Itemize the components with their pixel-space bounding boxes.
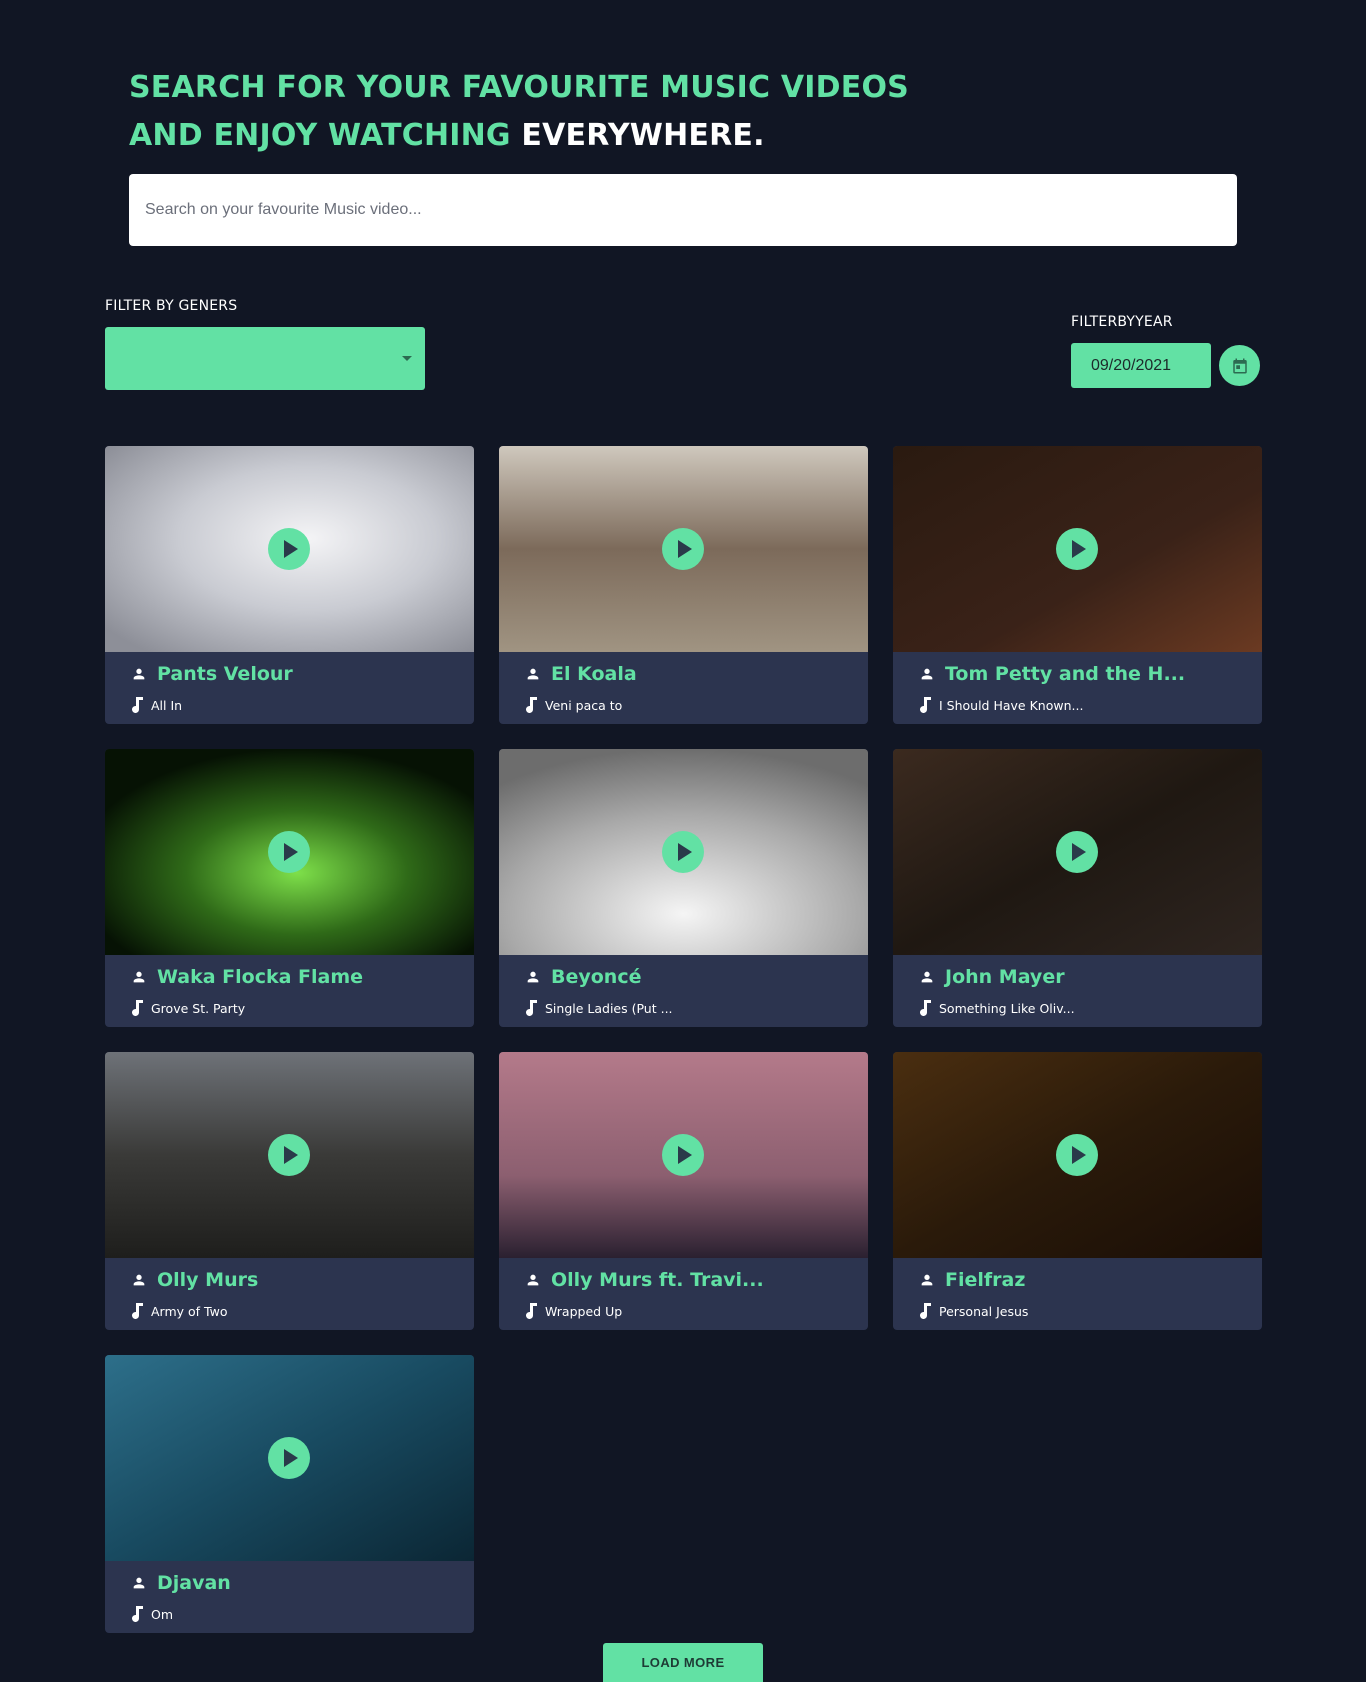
song-row: I Should Have Known... (919, 696, 1083, 714)
music-note-icon (920, 1303, 931, 1319)
calendar-icon (1232, 358, 1247, 373)
song-title: Something Like Oliv... (939, 1000, 1075, 1016)
year-filter-label: FILTERBYYEAR (1071, 314, 1173, 330)
artist-name[interactable]: John Mayer (945, 966, 1065, 988)
artist-row: Olly Murs ft. Travi... (525, 1268, 764, 1292)
song-row: Wrapped Up (525, 1302, 622, 1320)
artist-row: Olly Murs (131, 1268, 258, 1292)
music-note-icon (526, 1000, 537, 1016)
person-icon (133, 971, 145, 983)
play-icon[interactable] (1056, 1134, 1098, 1176)
song-title: Veni paca to (545, 697, 623, 713)
person-icon (921, 1274, 933, 1286)
genre-select[interactable] (105, 327, 425, 390)
artist-name[interactable]: Fielfraz (945, 1269, 1025, 1291)
song-row: Veni paca to (525, 696, 622, 714)
video-card[interactable]: Fielfraz Personal Jesus (893, 1052, 1262, 1330)
music-note-icon (132, 697, 143, 713)
music-note-icon (526, 697, 537, 713)
video-card[interactable]: Tom Petty and the H... I Should Have Know… (893, 446, 1262, 724)
person-icon (133, 668, 145, 680)
person-icon (527, 668, 539, 680)
artist-row: Pants Velour (131, 662, 293, 686)
video-card[interactable]: Beyoncé Single Ladies (Put ... (499, 749, 868, 1027)
music-note-icon (132, 1303, 143, 1319)
video-card[interactable]: Olly Murs Army of Two (105, 1052, 474, 1330)
video-card[interactable]: John Mayer Something Like Oliv... (893, 749, 1262, 1027)
play-icon[interactable] (662, 1134, 704, 1176)
person-icon (527, 1274, 539, 1286)
hero-line-2-white: EVERYWHERE. (521, 118, 765, 153)
artist-name[interactable]: Olly Murs (157, 1269, 258, 1291)
music-note-icon (920, 697, 931, 713)
person-icon (921, 668, 933, 680)
play-icon[interactable] (662, 528, 704, 570)
song-row: Something Like Oliv... (919, 999, 1075, 1017)
song-row: Single Ladies (Put ... (525, 999, 673, 1017)
artist-name[interactable]: Olly Murs ft. Travi... (551, 1269, 764, 1291)
hero-line-1: SEARCH FOR YOUR FAVOURITE MUSIC VIDEOS (129, 70, 909, 105)
artist-name[interactable]: Beyoncé (551, 966, 641, 988)
video-card[interactable]: Waka Flocka Flame Grove St. Party (105, 749, 474, 1027)
artist-row: Tom Petty and the H... (919, 662, 1185, 686)
hero-heading: SEARCH FOR YOUR FAVOURITE MUSIC VIDEOS A… (129, 64, 1237, 160)
hero-line-2-green: AND ENJOY WATCHING (129, 118, 522, 153)
play-icon[interactable] (268, 831, 310, 873)
song-row: Om (131, 1605, 173, 1623)
song-row: All In (131, 696, 182, 714)
song-row: Army of Two (131, 1302, 227, 1320)
artist-row: Djavan (131, 1571, 231, 1595)
search-input[interactable] (129, 174, 1237, 246)
song-title: Om (151, 1606, 174, 1622)
person-icon (921, 971, 933, 983)
hero-title: SEARCH FOR YOUR FAVOURITE MUSIC VIDEOS A… (129, 64, 1237, 160)
song-title: Personal Jesus (939, 1303, 1029, 1319)
song-title: Single Ladies (Put ... (545, 1000, 673, 1016)
song-title: Army of Two (151, 1303, 228, 1319)
play-icon[interactable] (268, 528, 310, 570)
artist-row: Waka Flocka Flame (131, 965, 363, 989)
song-title: I Should Have Known... (939, 697, 1084, 713)
video-card[interactable]: Djavan Om (105, 1355, 474, 1633)
calendar-button[interactable] (1219, 345, 1260, 386)
song-title: All In (151, 697, 183, 713)
person-icon (527, 971, 539, 983)
video-card[interactable]: El Koala Veni paca to (499, 446, 868, 724)
video-card[interactable]: Pants Velour All In (105, 446, 474, 724)
music-note-icon (920, 1000, 931, 1016)
artist-name[interactable]: El Koala (551, 663, 637, 685)
play-icon[interactable] (268, 1134, 310, 1176)
play-icon[interactable] (268, 1437, 310, 1479)
song-title: Wrapped Up (545, 1303, 623, 1319)
play-icon[interactable] (1056, 831, 1098, 873)
song-row: Personal Jesus (919, 1302, 1028, 1320)
artist-name[interactable]: Pants Velour (157, 663, 293, 685)
person-icon (133, 1577, 145, 1589)
artist-row: Beyoncé (525, 965, 641, 989)
person-icon (133, 1274, 145, 1286)
song-row: Grove St. Party (131, 999, 245, 1017)
play-icon[interactable] (1056, 528, 1098, 570)
artist-row: El Koala (525, 662, 637, 686)
music-note-icon (132, 1000, 143, 1016)
song-title: Grove St. Party (151, 1000, 246, 1016)
music-note-icon (526, 1303, 537, 1319)
artist-row: John Mayer (919, 965, 1065, 989)
load-more-button[interactable]: LOAD MORE (603, 1643, 763, 1682)
video-card[interactable]: Olly Murs ft. Travi... Wrapped Up (499, 1052, 868, 1330)
artist-row: Fielfraz (919, 1268, 1025, 1292)
artist-name[interactable]: Djavan (157, 1572, 231, 1594)
artist-name[interactable]: Waka Flocka Flame (157, 966, 363, 988)
play-icon[interactable] (662, 831, 704, 873)
genre-filter-label: FILTER BY GENERS (105, 298, 238, 314)
year-date-input[interactable] (1071, 343, 1211, 388)
music-note-icon (132, 1606, 143, 1622)
artist-name[interactable]: Tom Petty and the H... (945, 663, 1185, 685)
chevron-down-icon (402, 356, 412, 361)
